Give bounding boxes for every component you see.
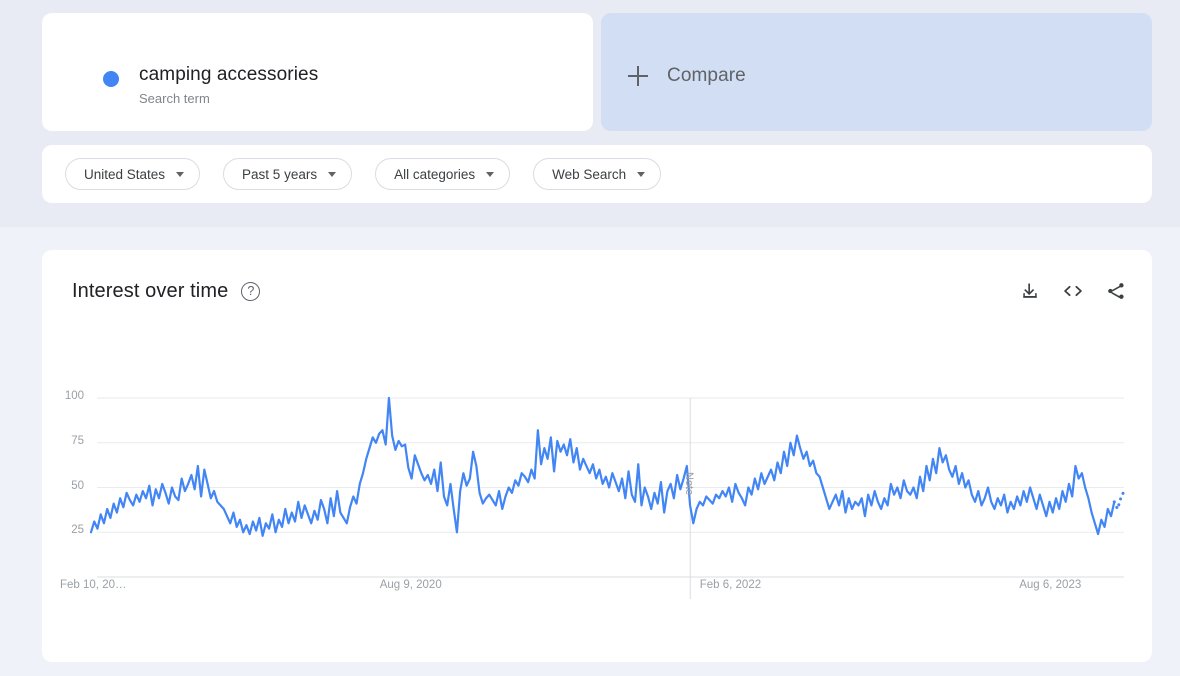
filter-bar: United States Past 5 years All categorie… [42, 145, 1152, 203]
interest-over-time-chart[interactable]: 25 50 75 100 Note Feb 10, 20… Aug 9, 2020 Feb 6… [42, 250, 1152, 662]
search-term-row: camping accessories Search term Compare [0, 0, 1180, 140]
x-axis-tick-label: Feb 10, 20… [60, 579, 127, 591]
y-axis-tick-label: 25 [71, 524, 84, 537]
series-line-camping-accessories[interactable] [89, 396, 1116, 537]
filter-chip-group: United States Past 5 years All categorie… [65, 158, 662, 190]
chevron-down-icon [176, 171, 185, 177]
series-partial-data-tail [1112, 489, 1126, 514]
chevron-down-icon [637, 171, 646, 177]
plus-icon [628, 66, 648, 86]
search-term-text: camping accessories Search term [139, 63, 318, 108]
compare-label: Compare [667, 65, 746, 86]
search-term-subtitle: Search term [139, 91, 210, 106]
compare-button[interactable]: Compare [601, 13, 1152, 131]
filter-chip-category[interactable]: All categories [375, 158, 511, 190]
interest-over-time-card: Interest over time ? 25 50 75 100 Note Feb 10… [42, 250, 1152, 662]
search-term-title: camping accessories [139, 64, 319, 85]
filter-chip-searchtype[interactable]: Web Search [533, 158, 662, 190]
chart-svg [89, 396, 1126, 599]
search-term-card[interactable]: camping accessories Search term [42, 13, 610, 131]
note-annotation-label[interactable]: Note [683, 472, 695, 495]
series-color-dot [103, 71, 119, 87]
filter-chip-timerange[interactable]: Past 5 years [223, 158, 353, 190]
filter-chip-timerange-label: Past 5 years [242, 166, 318, 182]
y-axis-tick-label: 50 [71, 479, 84, 492]
x-axis-tick-label: Aug 9, 2020 [379, 579, 442, 591]
y-axis-tick-label: 75 [71, 434, 84, 447]
filter-chip-category-label: All categories [394, 166, 476, 182]
chevron-down-icon [486, 171, 495, 177]
x-axis-tick-label: Aug 6, 2023 [1019, 579, 1082, 591]
chevron-down-icon [328, 171, 337, 177]
filter-chip-searchtype-label: Web Search [552, 166, 627, 182]
x-axis-tick-label: Feb 6, 2022 [699, 579, 762, 591]
y-axis-tick-label: 100 [64, 390, 84, 402]
filter-chip-location[interactable]: United States [65, 158, 201, 190]
filter-chip-location-label: United States [84, 166, 166, 182]
